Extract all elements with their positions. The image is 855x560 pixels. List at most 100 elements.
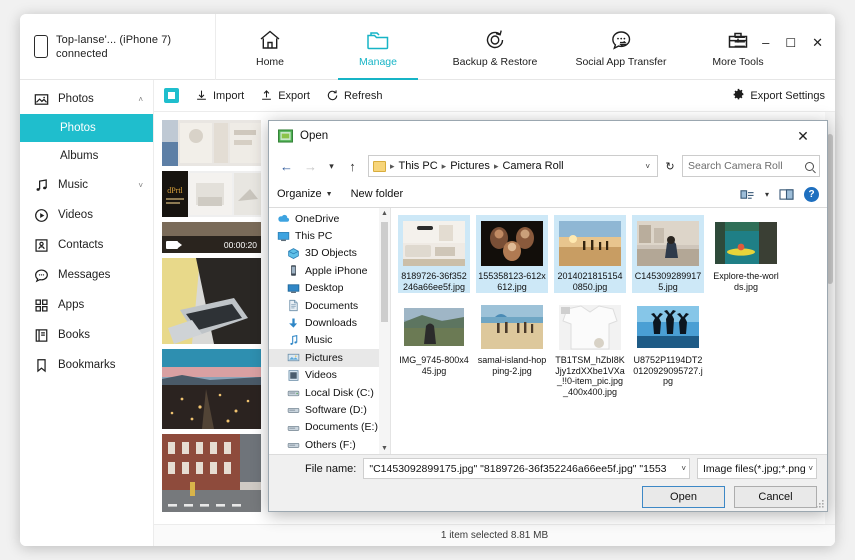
file-item-jumping-silhouette[interactable]: U8752P1194DT20120929095727.jpg (632, 299, 704, 398)
nav-social-app-transfer[interactable]: Social App Transfer (558, 14, 684, 80)
file-item-kayak[interactable]: Explore-the-worlds.jpg (710, 215, 782, 293)
recent-locations-chevron-down-icon[interactable]: ▾ (324, 155, 339, 177)
videos-folder-icon (287, 369, 300, 382)
file-name-label: C1453092899175.jpg (634, 271, 702, 292)
tree-item-documents-label: Documents (305, 299, 359, 312)
file-type-filter-value: Image files(*.jpg;*.png;*.bmp;*. (703, 462, 806, 475)
sidebar-item-apps[interactable]: Apps (20, 290, 153, 320)
resize-grip-icon[interactable] (815, 499, 825, 509)
tree-item-desktop[interactable]: Desktop (269, 280, 390, 297)
sidebar-item-videos[interactable]: Videos (20, 200, 153, 230)
tree-item-this-pc[interactable]: This PC (269, 227, 390, 244)
breadcrumb-camera-roll[interactable]: Camera Roll (502, 160, 563, 172)
sidebar-subitem-photos[interactable]: Photos (20, 114, 153, 142)
sidebar-item-music[interactable]: Music ˅ (20, 170, 153, 200)
search-box[interactable]: Search Camera Roll (682, 155, 820, 177)
file-item-beach-sunset[interactable]: 20140218151540850.jpg (554, 215, 626, 293)
file-item-beach-people[interactable]: samal-island-hopping-2.jpg (476, 299, 548, 398)
tree-item-downloads[interactable]: Downloads (269, 314, 390, 331)
refresh-button[interactable]: Refresh (326, 89, 383, 102)
file-name-chevron-down-icon[interactable]: ˅ (677, 464, 686, 473)
breadcrumb-this-pc[interactable]: This PC (399, 160, 438, 172)
back-arrow-icon[interactable]: ← (276, 155, 297, 177)
nav-home[interactable]: Home (216, 14, 324, 80)
dialog-main: OneDrive This PC 3D Objects Apple iPhone… (269, 208, 827, 455)
breadcrumb-sep: ▸ (493, 160, 499, 171)
scroll-down-arrow-icon[interactable]: ▼ (381, 445, 388, 452)
forward-arrow-icon[interactable]: → (300, 155, 321, 177)
file-item-woman-sitting[interactable]: C1453092899175.jpg (632, 215, 704, 293)
view-mode-chevron-down-icon[interactable]: ▾ (765, 190, 769, 199)
gallery-item-interior-collage[interactable]: dPrtl (162, 171, 261, 217)
breadcrumb[interactable]: ▸ This PC ▸ Pictures ▸ Camera Roll ˅ (368, 155, 658, 177)
search-input[interactable]: Search Camera Roll (688, 160, 801, 172)
export-button[interactable]: Export (260, 89, 310, 102)
sidebar-subitem-albums[interactable]: Albums (20, 142, 153, 170)
nav-backup-restore[interactable]: Backup & Restore (432, 14, 558, 80)
up-arrow-icon[interactable]: ↑ (342, 155, 363, 177)
tree-item-documents[interactable]: Documents (269, 297, 390, 314)
refresh-icon[interactable]: ↻ (661, 155, 679, 177)
close-button[interactable]: ✕ (812, 35, 823, 51)
close-icon[interactable]: ✕ (783, 122, 823, 150)
file-thumbnail (634, 217, 702, 269)
tree-item-local-disk-c[interactable]: Local Disk (C:) (269, 384, 390, 401)
scroll-up-arrow-icon[interactable]: ▲ (381, 210, 388, 217)
nav-social-app-transfer-label: Social App Transfer (575, 55, 667, 68)
chat-transfer-icon (609, 26, 634, 52)
sidebar-item-photos[interactable]: Photos ˄ (20, 84, 153, 114)
file-name-input[interactable]: "C1453092899175.jpg" "8189726-36f352246a… (363, 458, 690, 479)
books-icon (34, 328, 49, 343)
breadcrumb-chevron-down-icon[interactable]: ˅ (641, 162, 654, 171)
import-label: Import (213, 89, 245, 102)
file-thumbnail (478, 217, 546, 269)
sidebar-item-books-label: Books (58, 329, 90, 341)
organize-button[interactable]: Organize ▼ (277, 188, 333, 200)
gallery-item-laptop[interactable] (162, 258, 261, 344)
minimize-button[interactable]: – (762, 35, 769, 50)
video-duration-bar: 00:00:20 (162, 236, 261, 253)
select-all-icon[interactable] (164, 88, 179, 103)
file-item-white-shirt[interactable]: TB1TSM_hZbI8KJjy1zdXXbe1VXa_!!0-item_pic… (554, 299, 626, 398)
sidebar-item-bookmarks[interactable]: Bookmarks (20, 350, 153, 380)
menu-icon[interactable]: ☰ (734, 34, 747, 51)
tree-item-software-d[interactable]: Software (D:) (269, 401, 390, 418)
import-button[interactable]: Import (195, 89, 244, 102)
export-settings-button[interactable]: Export Settings (732, 88, 825, 104)
tree-item-onedrive[interactable]: OneDrive (269, 210, 390, 227)
file-type-filter[interactable]: Image files(*.jpg;*.png;*.bmp;*. ˅ (697, 458, 817, 479)
tree-item-videos[interactable]: Videos (269, 367, 390, 384)
preview-pane-icon[interactable] (779, 188, 794, 201)
device-status[interactable]: Top-lanse'... (iPhone 7) connected (20, 14, 216, 80)
file-item-hill-view[interactable]: IMG_9745-800x445.jpg (398, 299, 470, 398)
sidebar-item-messages[interactable]: Messages (20, 260, 153, 290)
tree-items: OneDrive This PC 3D Objects Apple iPhone… (269, 208, 390, 453)
cancel-button[interactable]: Cancel (734, 486, 817, 508)
tree-item-others-f[interactable]: Others (F:) (269, 436, 390, 453)
gallery-item-collage[interactable] (162, 120, 261, 166)
gallery-item-video[interactable]: 00:00:20 (162, 222, 261, 253)
file-item-family-dark[interactable]: 155358123-612x612.jpg (476, 215, 548, 293)
tree-item-music[interactable]: Music (269, 332, 390, 349)
sidebar-item-contacts[interactable]: Contacts (20, 230, 153, 260)
dialog-command-bar: Organize ▼ New folder ▾ ? (269, 181, 827, 208)
view-mode-icon[interactable] (740, 188, 755, 201)
open-button[interactable]: Open (642, 486, 725, 508)
tree-item-3d-objects[interactable]: 3D Objects (269, 245, 390, 262)
sidebar-item-books[interactable]: Books (20, 320, 153, 350)
sidebar-item-bookmarks-label: Bookmarks (58, 359, 116, 371)
nav-manage[interactable]: Manage (324, 14, 432, 80)
tree-item-apple-iphone[interactable]: Apple iPhone (269, 262, 390, 279)
gallery-item-street-buildings[interactable] (162, 434, 261, 512)
maximize-button[interactable]: ☐ (785, 36, 796, 50)
tree-item-documents-e[interactable]: Documents (E:) (269, 419, 390, 436)
tree-item-pictures[interactable]: Pictures (269, 349, 390, 367)
tree-scrollbar-thumb[interactable] (381, 222, 388, 322)
tree-scrollbar[interactable]: ▲ ▼ (379, 208, 390, 454)
new-folder-button[interactable]: New folder (351, 188, 404, 200)
help-icon[interactable]: ? (804, 186, 819, 202)
gallery-item-city-sunset[interactable] (162, 349, 261, 429)
breadcrumb-pictures[interactable]: Pictures (450, 160, 490, 172)
file-item-living-room[interactable]: 8189726-36f352246a66ee5f.jpg (398, 215, 470, 293)
file-type-chevron-down-icon[interactable]: ˅ (805, 464, 813, 473)
